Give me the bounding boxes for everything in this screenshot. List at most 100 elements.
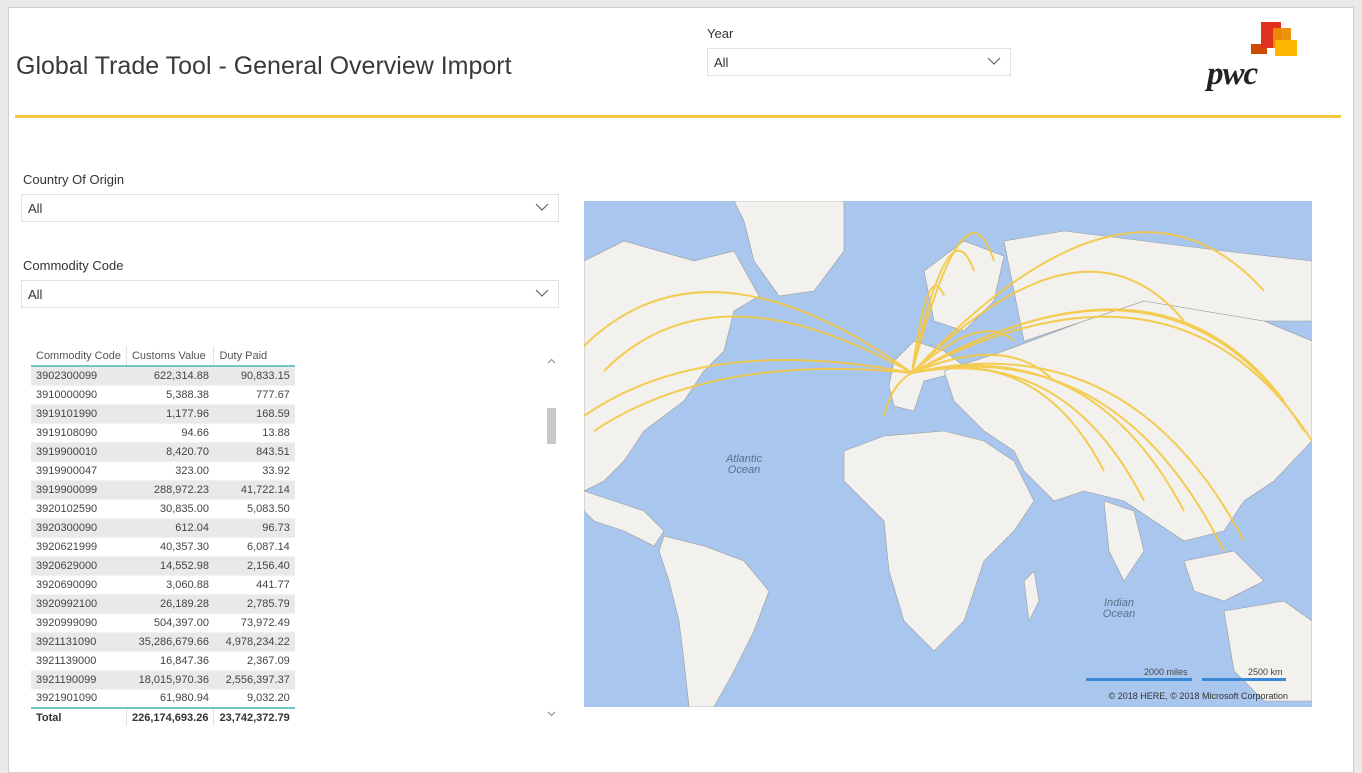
- pwc-logo: pwc: [1203, 22, 1297, 94]
- table-row[interactable]: 3920690090 3,060.88 441.77: [31, 574, 295, 595]
- duty-paid-cell: 843.51: [213, 442, 295, 461]
- column-header[interactable]: Duty Paid: [213, 346, 295, 367]
- customs-value-cell: 16,847.36: [126, 650, 214, 671]
- country-dropdown-value: All: [28, 201, 43, 216]
- duty-paid-cell: 2,556,397.37: [213, 670, 295, 689]
- scale-km-label: 2500 km: [1248, 667, 1283, 677]
- customs-value-cell: 1,177.96: [126, 404, 214, 423]
- commodity-code-cell: 3919900010: [31, 442, 127, 461]
- table-row[interactable]: 3920300090 612.04 96.73: [31, 518, 295, 537]
- table-row[interactable]: 3921131090 35,286,679.66 4,978,234.22: [31, 632, 295, 651]
- country-dropdown[interactable]: All: [21, 194, 559, 222]
- commodity-code-cell: 3921190099: [31, 670, 127, 689]
- table-scrollbar[interactable]: [546, 356, 557, 721]
- duty-paid-cell: 33.92: [213, 460, 295, 481]
- duty-paid-cell: 90,833.15: [213, 366, 295, 385]
- scroll-thumb[interactable]: [547, 408, 556, 444]
- customs-value-cell: 323.00: [126, 460, 214, 481]
- header-divider: [15, 115, 1341, 118]
- table-row[interactable]: 3921901090 61,980.94 9,032.20: [31, 688, 295, 709]
- commodity-code-cell: 3920621999: [31, 536, 127, 557]
- commodity-code-cell: 3920102590: [31, 498, 127, 519]
- table-row[interactable]: 3919108090 94.66 13.88: [31, 422, 295, 443]
- duty-paid-cell: 2,785.79: [213, 594, 295, 613]
- customs-value-cell: 26,189.28: [126, 594, 214, 613]
- customs-value-cell: 35,286,679.66: [126, 632, 214, 651]
- customs-value-cell: 61,980.94: [126, 688, 214, 709]
- duty-paid-cell: 96.73: [213, 518, 295, 537]
- total-customs-value: 226,174,693.26: [125, 707, 214, 726]
- customs-value-cell: 288,972.23: [126, 480, 214, 499]
- commodity-dropdown[interactable]: All: [21, 280, 559, 308]
- page-title: Global Trade Tool - General Overview Imp…: [16, 52, 512, 80]
- scale-miles-label: 2000 miles: [1144, 667, 1188, 677]
- table-row[interactable]: 3910000090 5,388.38 777.67: [31, 384, 295, 405]
- commodity-code-cell: 3919900099: [31, 480, 127, 499]
- table-row[interactable]: 3920992100 26,189.28 2,785.79: [31, 594, 295, 613]
- duty-paid-cell: 777.67: [213, 384, 295, 405]
- commodity-code-cell: 3920629000: [31, 556, 127, 575]
- scale-bar-miles: [1086, 678, 1192, 681]
- commodity-table: Commodity Code Customs Value Duty Paid 3…: [31, 346, 556, 728]
- duty-paid-cell: 2,156.40: [213, 556, 295, 575]
- customs-value-cell: 3,060.88: [126, 574, 214, 595]
- table-row[interactable]: 3921190099 18,015,970.36 2,556,397.37: [31, 670, 295, 689]
- duty-paid-cell: 168.59: [213, 404, 295, 423]
- country-filter-label: Country Of Origin: [23, 172, 125, 187]
- chevron-down-icon: [535, 203, 549, 211]
- customs-value-cell: 14,552.98: [126, 556, 214, 575]
- total-label: Total: [31, 707, 127, 726]
- commodity-code-cell: 3921901090: [31, 688, 127, 709]
- customs-value-cell: 30,835.00: [126, 498, 214, 519]
- year-dropdown[interactable]: All: [707, 48, 1011, 76]
- map-canvas: [584, 201, 1312, 707]
- duty-paid-cell: 41,722.14: [213, 480, 295, 499]
- commodity-code-cell: 3921131090: [31, 632, 127, 651]
- table-row[interactable]: 3920621999 40,357.30 6,087.14: [31, 536, 295, 557]
- year-filter-label: Year: [707, 26, 734, 41]
- column-header[interactable]: Commodity Code: [31, 346, 127, 367]
- commodity-code-cell: 3920999090: [31, 612, 127, 633]
- table-row[interactable]: 3902300099 622,314.88 90,833.15: [31, 366, 295, 385]
- commodity-code-cell: 3919101990: [31, 404, 127, 423]
- table-row[interactable]: 3920629000 14,552.98 2,156.40: [31, 556, 295, 575]
- duty-paid-cell: 4,978,234.22: [213, 632, 295, 651]
- customs-value-cell: 40,357.30: [126, 536, 214, 557]
- commodity-code-cell: 3902300099: [31, 366, 127, 385]
- commodity-code-cell: 3920992100: [31, 594, 127, 613]
- indian-ocean-label: Indian Ocean: [1102, 597, 1136, 620]
- table-row[interactable]: 3919900099 288,972.23 41,722.14: [31, 480, 295, 499]
- total-duty-paid: 23,742,372.79: [213, 707, 295, 726]
- scale-bar-km: [1202, 678, 1286, 681]
- customs-value-cell: 8,420.70: [126, 442, 214, 461]
- table-row[interactable]: 3919900047 323.00 33.92: [31, 460, 295, 481]
- duty-paid-cell: 9,032.20: [213, 688, 295, 709]
- customs-value-cell: 18,015,970.36: [126, 670, 214, 689]
- commodity-code-cell: 3910000090: [31, 384, 127, 405]
- scroll-down-icon[interactable]: [546, 708, 557, 719]
- customs-value-cell: 622,314.88: [126, 366, 214, 385]
- table-row[interactable]: 3921139000 16,847.36 2,367.09: [31, 650, 295, 671]
- trade-map[interactable]: Atlantic Ocean Indian Ocean 2000 miles 250…: [584, 201, 1312, 707]
- table-row[interactable]: 3919101990 1,177.96 168.59: [31, 404, 295, 423]
- table-row[interactable]: 3920102590 30,835.00 5,083.50: [31, 498, 295, 519]
- customs-value-cell: 504,397.00: [126, 612, 214, 633]
- duty-paid-cell: 73,972.49: [213, 612, 295, 633]
- report-page: Global Trade Tool - General Overview Imp…: [8, 7, 1354, 773]
- commodity-filter-label: Commodity Code: [23, 258, 124, 273]
- commodity-code-cell: 3920300090: [31, 518, 127, 537]
- customs-value-cell: 5,388.38: [126, 384, 214, 405]
- duty-paid-cell: 6,087.14: [213, 536, 295, 557]
- table-row[interactable]: 3919900010 8,420.70 843.51: [31, 442, 295, 461]
- customs-value-cell: 612.04: [126, 518, 214, 537]
- duty-paid-cell: 441.77: [213, 574, 295, 595]
- commodity-code-cell: 3919108090: [31, 422, 127, 443]
- commodity-code-cell: 3921139000: [31, 650, 127, 671]
- chevron-down-icon: [987, 57, 1001, 65]
- year-dropdown-value: All: [714, 55, 729, 70]
- duty-paid-cell: 13.88: [213, 422, 295, 443]
- column-header[interactable]: Customs Value: [125, 346, 214, 367]
- table-row[interactable]: 3920999090 504,397.00 73,972.49: [31, 612, 295, 633]
- scroll-up-icon[interactable]: [546, 356, 557, 367]
- duty-paid-cell: 2,367.09: [213, 650, 295, 671]
